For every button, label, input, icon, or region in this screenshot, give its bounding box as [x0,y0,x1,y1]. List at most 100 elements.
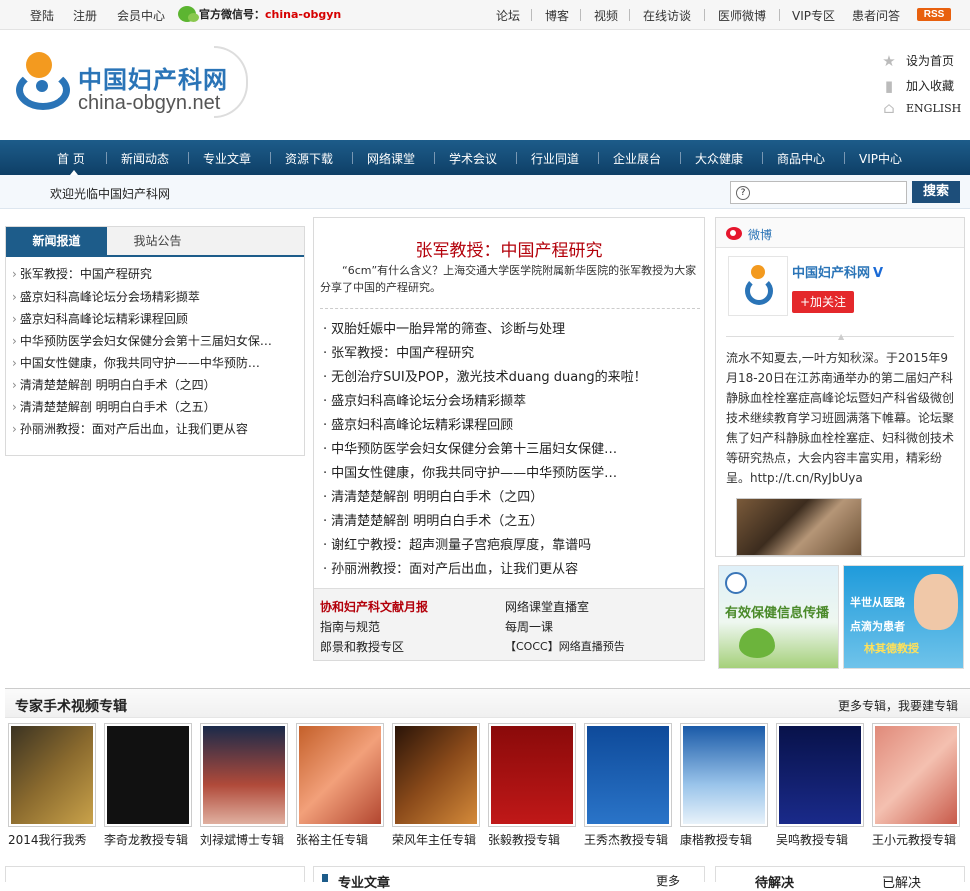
news-item[interactable]: 中华预防医学会妇女保健分会第十三届妇女保… [12,332,298,349]
video-thumbnail[interactable] [200,723,288,827]
doctor-weibo-link[interactable]: 医师微博 [718,7,766,24]
nav-exhibitors[interactable]: 企业展台 [613,150,661,167]
divider [762,152,763,164]
video-album-label[interactable]: 张裕主任专辑 [296,831,368,848]
video-thumbnail[interactable] [296,723,384,827]
more-albums-link[interactable]: 更多专辑，我要建专辑 [838,697,958,714]
video-thumbnail[interactable] [776,723,864,827]
video-thumbnail[interactable] [392,723,480,827]
help-icon: ? [736,186,750,200]
headline-item[interactable]: 双胎妊娠中一胎异常的筛查、诊断与处理 [323,318,643,337]
headline-summary: “6cm”有什么含义？上海交通大学医学院附属新华医院的张军教授为大家分享了中国的… [320,264,697,294]
guidelines-link[interactable]: 指南与规范 [320,618,380,635]
video-album-label[interactable]: 王小元教授专辑 [872,831,956,848]
news-item[interactable]: 张军教授：中国产程研究 [12,265,298,282]
headline-item[interactable]: 孙丽洲教授：面对产后出血，让我们更从容 [323,558,643,577]
add-favorite-link[interactable]: ▮ 加入收藏 [880,77,954,94]
ad-doctor[interactable]: 半世从医路 点滴为患者 林其德教授 [843,565,964,669]
video-thumbnail[interactable] [680,723,768,827]
nav-home[interactable]: 首 页 [57,150,85,167]
headline-item[interactable]: 张军教授：中国产程研究 [323,342,643,361]
weibo-avatar[interactable] [728,256,788,316]
patient-qa-link[interactable]: 患者问答 [852,7,900,24]
follow-button[interactable]: +加关注 [792,291,854,313]
news-item[interactable]: 盛京妇科高峰论坛分会场精彩撷萃 [12,288,298,305]
register-link[interactable]: 注册 [73,7,97,24]
video-thumbnail-image [875,726,957,824]
pumch-monthly-link[interactable]: 协和妇产科文献月报 [320,598,428,615]
headline-item[interactable]: 清清楚楚解剖 明明白白手术（之四） [323,486,643,505]
nav-conferences[interactable]: 学术会议 [449,150,497,167]
video-link[interactable]: 视频 [594,7,618,24]
divider [106,152,107,164]
english-link[interactable]: ⌂ ENGLISH [880,100,961,116]
rss-button[interactable]: RSS [917,8,951,21]
news-item[interactable]: 孙丽洲教授：面对产后出血，让我们更从容 [12,420,298,437]
headline-item[interactable]: 谢红宁教授：超声测量子宫疤痕厚度，靠谱吗 [323,534,643,553]
ad-health-info[interactable]: 有效保健信息传播 [718,565,839,669]
video-album-label[interactable]: 荣风年主任专辑 [392,831,476,848]
nav-articles[interactable]: 专业文章 [203,150,251,167]
video-thumbnail[interactable] [584,723,672,827]
news-item[interactable]: 清清楚楚解剖 明明白白手术（之四） [12,376,298,393]
interview-link[interactable]: 在线访谈 [643,7,691,24]
english-label: ENGLISH [906,101,962,115]
articles-more-link[interactable]: 更多 [656,872,680,889]
vip-link[interactable]: VIP专区 [792,7,835,24]
live-classroom-link[interactable]: 网络课堂直播室 [505,598,589,615]
tab-news[interactable]: 新闻报道 [6,227,107,255]
divider [779,9,780,21]
welcome-bar: 欢迎光临中国妇产科网 ? 搜索 [0,175,970,209]
weibo-account-name[interactable]: 中国妇产科网 V [792,262,883,281]
video-album-label[interactable]: 刘禄斌博士专辑 [200,831,284,848]
login-link[interactable]: 登陆 [30,7,54,24]
tab-announcements[interactable]: 我站公告 [107,227,208,255]
divider [516,152,517,164]
weekly-lesson-link[interactable]: 每周一课 [505,618,553,635]
video-thumbnail[interactable] [872,723,960,827]
headline-item[interactable]: 无创治疗SUI及POP，激光技术duang duang的来啦！ [323,366,643,385]
logo-text-en: china-obgyn.net [78,92,221,114]
nav-products[interactable]: 商品中心 [777,150,825,167]
video-album-label[interactable]: 王秀杰教授专辑 [584,831,668,848]
headline-panel: 张军教授：中国产程研究 “6cm”有什么含义？上海交通大学医学院附属新华医院的张… [313,217,705,661]
video-album-label[interactable]: 吴鸣教授专辑 [776,831,848,848]
nav-downloads[interactable]: 资源下载 [285,150,333,167]
video-album-label[interactable]: 康楷教授专辑 [680,831,752,848]
video-album-label[interactable]: 李奇龙教授专辑 [104,831,188,848]
top-bar: 登陆 注册 会员中心 官方微信号： china-obgyn 论坛 博客 视频 在… [0,0,970,30]
member-center-link[interactable]: 会员中心 [117,7,165,24]
video-thumbnail[interactable] [8,723,96,827]
nav-vip[interactable]: VIP中心 [859,150,902,167]
cocc-live-link[interactable]: 【COCC】网络直播预告 [505,638,625,654]
search-input[interactable]: ? [730,181,907,204]
video-album-label[interactable]: 2014我行我秀 [8,831,87,848]
search-button[interactable]: 搜索 [912,181,960,203]
nav-news[interactable]: 新闻动态 [121,150,169,167]
news-item[interactable]: 清清楚楚解剖 明明白白手术（之五） [12,398,298,415]
forum-link[interactable]: 论坛 [496,7,520,24]
video-thumbnail[interactable] [488,723,576,827]
headline-title[interactable]: 张军教授：中国产程研究 [314,236,704,261]
headline-item[interactable]: 盛京妇科高峰论坛分会场精彩撷萃 [323,390,643,409]
divider [704,9,705,21]
video-thumbnail[interactable] [104,723,192,827]
headline-item[interactable]: 中华预防医学会妇女保健分会第十三届妇女保健… [323,438,643,457]
headline-item[interactable]: 清清楚楚解剖 明明白白手术（之五） [323,510,643,529]
site-logo[interactable]: 中国妇产科网 china-obgyn.net [14,46,249,126]
nav-classroom[interactable]: 网络课堂 [367,150,415,167]
weibo-post-photo[interactable] [736,498,862,556]
headline-item[interactable]: 盛京妇科高峰论坛精彩课程回顾 [323,414,643,433]
set-homepage-link[interactable]: ★ 设为首页 [880,52,954,69]
divider [629,9,630,21]
news-item[interactable]: 盛京妇科高峰论坛精彩课程回顾 [12,310,298,327]
lang-jinghe-zone-link[interactable]: 郎景和教授专区 [320,638,404,655]
news-panel: 新闻报道 我站公告 张军教授：中国产程研究 盛京妇科高峰论坛分会场精彩撷萃 盛京… [5,226,305,456]
wechat-icon [178,6,199,22]
nav-peers[interactable]: 行业同道 [531,150,579,167]
video-album-label[interactable]: 张毅教授专辑 [488,831,560,848]
nav-health[interactable]: 大众健康 [695,150,743,167]
blog-link[interactable]: 博客 [545,7,569,24]
news-item[interactable]: 中国女性健康，你我共同守护——中华预防… [12,354,298,371]
headline-item[interactable]: 中国女性健康，你我共同守护——中华预防医学… [323,462,643,481]
